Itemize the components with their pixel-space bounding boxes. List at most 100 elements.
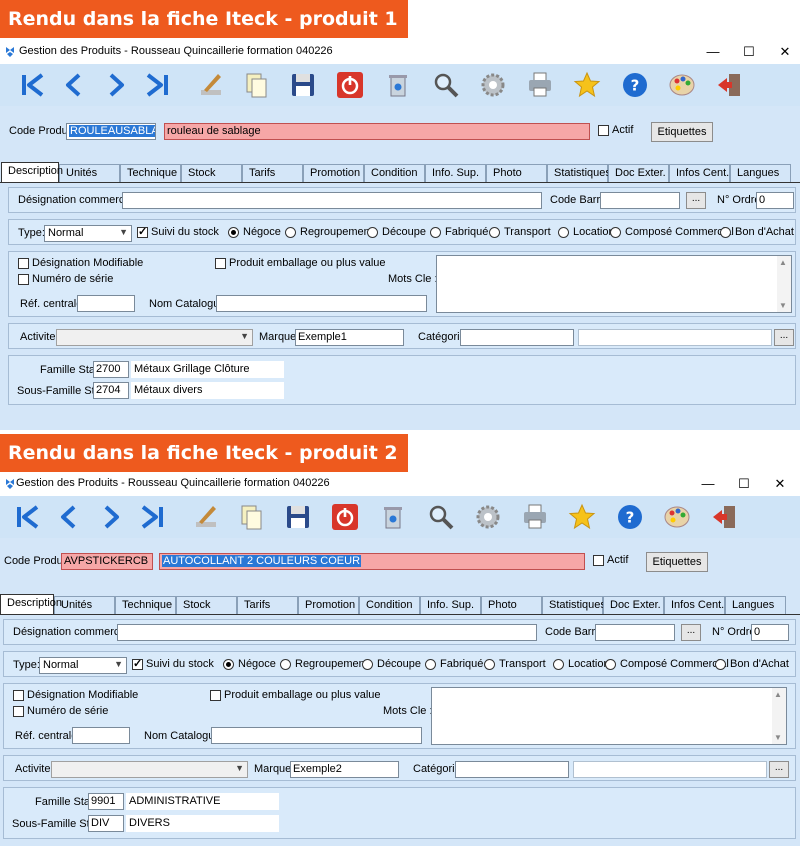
radio-regroupement[interactable] bbox=[285, 227, 296, 238]
tab-infos-cent[interactable]: Infos Cent. bbox=[669, 164, 730, 182]
numero-serie-checkbox[interactable] bbox=[13, 706, 24, 717]
tab-doc-exter[interactable]: Doc Exter. bbox=[603, 596, 664, 614]
designation-commerciale-input[interactable] bbox=[117, 624, 537, 641]
mots-cle-textarea[interactable]: ▲ ▼ bbox=[436, 255, 792, 313]
tab-statistiques[interactable]: Statistiques bbox=[542, 596, 606, 614]
categorie-code-input[interactable] bbox=[455, 761, 569, 778]
tab-promotion[interactable]: Promotion bbox=[303, 164, 364, 182]
previous-record-icon[interactable] bbox=[56, 67, 92, 103]
sous-famille-stat-code-input[interactable]: 2704 bbox=[93, 382, 129, 399]
tab-promotion[interactable]: Promotion bbox=[298, 596, 359, 614]
famille-stat-code-input[interactable]: 2700 bbox=[93, 361, 129, 378]
n-ordre-input[interactable]: 0 bbox=[751, 624, 789, 641]
power-icon[interactable] bbox=[332, 67, 368, 103]
tab-tarifs[interactable]: Tarifs bbox=[237, 596, 298, 614]
edit-icon[interactable] bbox=[188, 499, 224, 535]
ref-centrale-input[interactable] bbox=[72, 727, 130, 744]
close-button[interactable]: ✕ bbox=[770, 41, 800, 63]
help-icon[interactable]: ? bbox=[617, 67, 653, 103]
tab-info-sup[interactable]: Info. Sup. bbox=[420, 596, 481, 614]
search-icon[interactable] bbox=[428, 67, 464, 103]
favorite-icon[interactable] bbox=[564, 499, 600, 535]
radio-transport[interactable] bbox=[489, 227, 500, 238]
etiquettes-button[interactable]: Etiquettes bbox=[646, 552, 708, 572]
print-icon[interactable] bbox=[517, 499, 553, 535]
ref-centrale-input[interactable] bbox=[77, 295, 135, 312]
tab-tarifs[interactable]: Tarifs bbox=[242, 164, 303, 182]
power-icon[interactable] bbox=[327, 499, 363, 535]
save-icon[interactable] bbox=[285, 67, 321, 103]
categorie-code-input[interactable] bbox=[460, 329, 574, 346]
type-select[interactable]: Normal ▼ bbox=[39, 657, 127, 674]
suivi-stock-checkbox[interactable] bbox=[132, 657, 143, 670]
actif-checkbox[interactable] bbox=[593, 555, 604, 566]
produit-emballage-checkbox[interactable] bbox=[210, 690, 221, 701]
radio-bon-achat[interactable] bbox=[720, 227, 731, 238]
categorie-browse-button[interactable]: ... bbox=[769, 761, 789, 778]
radio-fabrique[interactable] bbox=[430, 227, 441, 238]
edit-icon[interactable] bbox=[193, 67, 229, 103]
print-icon[interactable] bbox=[522, 67, 558, 103]
radio-location[interactable] bbox=[558, 227, 569, 238]
maximize-button[interactable]: ☐ bbox=[729, 473, 759, 495]
tab-photo[interactable]: Photo bbox=[486, 164, 547, 182]
sous-famille-stat-code-input[interactable]: DIV bbox=[88, 815, 124, 832]
activite-select[interactable]: ▼ bbox=[56, 329, 253, 346]
tab-doc-exter[interactable]: Doc Exter. bbox=[608, 164, 669, 182]
minimize-button[interactable]: — bbox=[698, 41, 728, 63]
tab-langues[interactable]: Langues bbox=[730, 164, 791, 182]
produit-emballage-checkbox[interactable] bbox=[215, 258, 226, 269]
code-barre-input[interactable] bbox=[600, 192, 680, 209]
code-barre-input[interactable] bbox=[595, 624, 675, 641]
favorite-icon[interactable] bbox=[569, 67, 605, 103]
categorie-label-input[interactable] bbox=[573, 761, 767, 778]
exit-icon[interactable] bbox=[711, 67, 747, 103]
radio-compose-commercial[interactable] bbox=[605, 659, 616, 670]
radio-bon-achat[interactable] bbox=[715, 659, 726, 670]
n-ordre-input[interactable]: 0 bbox=[756, 192, 794, 209]
settings-icon[interactable] bbox=[475, 67, 511, 103]
save-icon[interactable] bbox=[280, 499, 316, 535]
tab-description[interactable]: Description bbox=[0, 594, 62, 614]
palette-icon[interactable] bbox=[664, 67, 700, 103]
code-produit-input[interactable]: AVPSTICKERCB bbox=[61, 553, 153, 570]
radio-transport[interactable] bbox=[484, 659, 495, 670]
recycle-bin-icon[interactable] bbox=[375, 499, 411, 535]
famille-stat-code-input[interactable]: 9901 bbox=[88, 793, 124, 810]
first-record-icon[interactable] bbox=[9, 499, 45, 535]
radio-location[interactable] bbox=[553, 659, 564, 670]
next-record-icon[interactable] bbox=[93, 499, 129, 535]
help-icon[interactable]: ? bbox=[612, 499, 648, 535]
palette-icon[interactable] bbox=[659, 499, 695, 535]
tab-stock[interactable]: Stock bbox=[181, 164, 242, 182]
tab-stock[interactable]: Stock bbox=[176, 596, 237, 614]
mots-cle-textarea[interactable]: ▲ ▼ bbox=[431, 687, 787, 745]
radio-regroupement[interactable] bbox=[280, 659, 291, 670]
first-record-icon[interactable] bbox=[14, 67, 50, 103]
mots-cle-scrollbar[interactable]: ▲ ▼ bbox=[777, 256, 791, 312]
activite-select[interactable]: ▼ bbox=[51, 761, 248, 778]
radio-decoupe[interactable] bbox=[367, 227, 378, 238]
tab-info-sup[interactable]: Info. Sup. bbox=[425, 164, 486, 182]
actif-checkbox[interactable] bbox=[598, 125, 609, 136]
tab-statistiques[interactable]: Statistiques bbox=[547, 164, 611, 182]
suivi-stock-checkbox[interactable] bbox=[137, 225, 148, 238]
numero-serie-checkbox[interactable] bbox=[18, 274, 29, 285]
radio-compose-commercial[interactable] bbox=[610, 227, 621, 238]
search-icon[interactable] bbox=[423, 499, 459, 535]
tab-condition[interactable]: Condition bbox=[359, 596, 420, 614]
radio-negoce[interactable] bbox=[228, 227, 239, 238]
tab-technique[interactable]: Technique bbox=[115, 596, 176, 614]
radio-fabrique[interactable] bbox=[425, 659, 436, 670]
minimize-button[interactable]: — bbox=[693, 473, 723, 495]
tab-photo[interactable]: Photo bbox=[481, 596, 542, 614]
etiquettes-button[interactable]: Etiquettes bbox=[651, 122, 713, 142]
previous-record-icon[interactable] bbox=[51, 499, 87, 535]
tab-condition[interactable]: Condition bbox=[364, 164, 425, 182]
tab-unites[interactable]: Unités bbox=[59, 164, 120, 182]
marque-input[interactable]: Exemple1 bbox=[295, 329, 404, 346]
copy-icon[interactable] bbox=[233, 499, 269, 535]
copy-icon[interactable] bbox=[238, 67, 274, 103]
radio-decoupe[interactable] bbox=[362, 659, 373, 670]
categorie-browse-button[interactable]: ... bbox=[774, 329, 794, 346]
